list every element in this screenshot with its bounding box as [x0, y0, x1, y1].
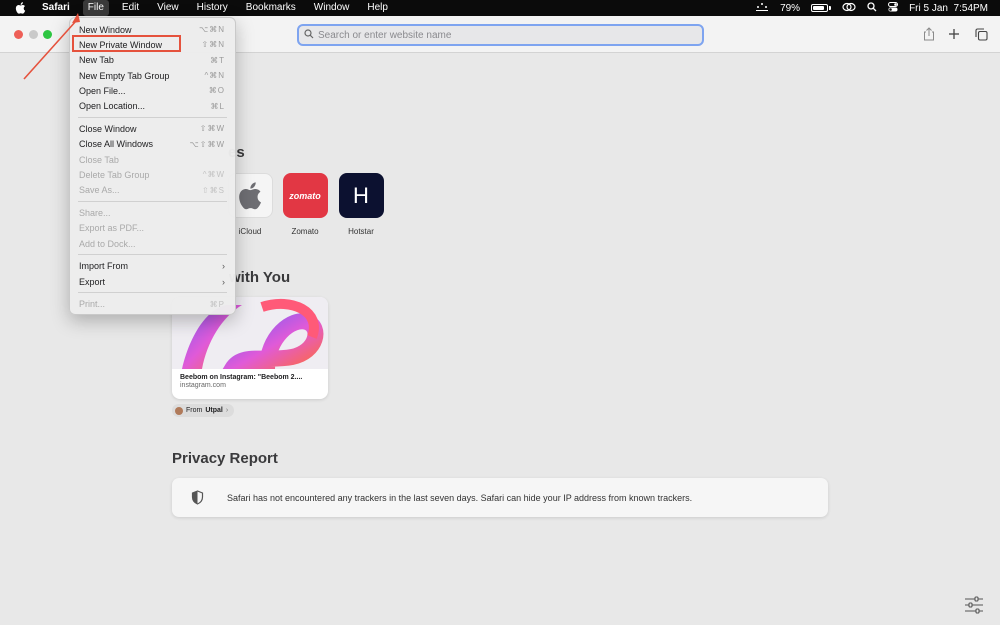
menu-history[interactable]: History [192, 0, 233, 16]
datetime[interactable]: Fri 5 Jan 7:54PM [909, 3, 988, 14]
privacy-report-text: Safari has not encountered any trackers … [227, 492, 693, 503]
battery-percent: 79% [780, 2, 801, 14]
menu-item-label: Close Tab [79, 154, 119, 165]
menu-bar: Safari File Edit View History Bookmarks … [0, 0, 1000, 16]
zomato-logo-icon: zomato [282, 173, 328, 218]
search-icon[interactable] [867, 1, 877, 15]
menu-item-label: New Window [79, 24, 132, 35]
menu-item-shortcut: ⌘L [210, 101, 225, 111]
menu-item-label: Import From [79, 261, 129, 272]
shared-link-domain: instagram.com [180, 382, 226, 389]
menu-item-delete-tab-group: Delete Tab Group ^⌘W [70, 167, 235, 182]
screen-mirroring-icon[interactable] [842, 2, 856, 15]
menu-item-export[interactable]: Export › [70, 274, 235, 289]
privacy-report-card[interactable]: Safari has not encountered any trackers … [172, 478, 828, 517]
privacy-report-heading: Privacy Report [172, 450, 278, 467]
menu-bookmarks[interactable]: Bookmarks [241, 0, 301, 16]
search-icon [304, 26, 314, 44]
menu-item-label: Save As... [79, 185, 120, 196]
menu-edit[interactable]: Edit [117, 0, 144, 16]
menu-item-shortcut: ⇧⌘W [199, 124, 225, 134]
menu-item-close-all-windows[interactable]: Close All Windows ⌥⇧⌘W [70, 137, 235, 152]
menu-item-shortcut: ^⌘W [202, 170, 225, 180]
menu-item-shortcut: ⇧⌘N [201, 40, 225, 50]
from-name: Utpal [205, 407, 223, 414]
menu-separator [78, 292, 227, 294]
menu-item-open-file[interactable]: Open File... ⌘O [70, 83, 235, 98]
menu-item-label: Open File... [79, 85, 126, 96]
menu-item-new-tab[interactable]: New Tab ⌘T [70, 53, 235, 68]
app-menu-safari[interactable]: Safari [37, 0, 75, 16]
status-area: 79% Fri 5 Jan 7:54PM [755, 0, 988, 16]
chevron-right-icon: › [222, 276, 225, 287]
customize-start-page-icon[interactable] [964, 596, 984, 614]
address-input[interactable] [318, 29, 698, 41]
favourite-label: Hotstar [348, 227, 374, 236]
shared-link-title: Beebom on Instagram: "Beebom 2.... [180, 374, 303, 381]
chevron-right-icon: › [222, 261, 225, 272]
shared-from-pill[interactable]: From Utpal › [172, 404, 235, 417]
menu-item-import-from[interactable]: Import From › [70, 259, 235, 274]
tab-overview-icon[interactable] [973, 26, 989, 42]
menu-item-shortcut: ⌥⌘N [199, 25, 225, 35]
menu-item-share: Share... [70, 205, 235, 220]
menu-window[interactable]: Window [309, 0, 355, 16]
menu-item-shortcut: ⌘T [210, 55, 225, 65]
menu-separator [78, 200, 227, 202]
zoom-window-button[interactable] [43, 30, 52, 39]
menu-item-new-empty-tab-group[interactable]: New Empty Tab Group ^⌘N [70, 68, 235, 83]
menu-item-label: Export as PDF... [79, 223, 145, 234]
menu-item-export-as-pdf: Export as PDF... [70, 221, 235, 236]
hotstar-logo-icon: H [338, 173, 384, 218]
menu-item-print: Print... ⌘P [70, 297, 235, 312]
menu-item-add-to-dock: Add to Dock... [70, 236, 235, 251]
menu-item-label: Add to Dock... [79, 238, 136, 249]
minimize-window-button[interactable] [29, 30, 38, 39]
menu-view[interactable]: View [152, 0, 184, 16]
network-activity-icon[interactable] [755, 2, 769, 15]
favourite-label: Zomato [291, 227, 319, 236]
menu-item-label: Print... [79, 299, 106, 310]
apple-menu-icon[interactable] [13, 1, 27, 15]
control-center-icon[interactable] [888, 1, 899, 15]
battery-icon[interactable] [811, 4, 832, 12]
menu-item-shortcut: ⌘O [208, 86, 225, 96]
menu-item-open-location[interactable]: Open Location... ⌘L [70, 98, 235, 113]
shared-with-you-heading: with You [229, 269, 291, 286]
favourite-hotstar[interactable]: H Hotstar [336, 173, 386, 236]
menu-help[interactable]: Help [362, 0, 393, 16]
favourite-zomato[interactable]: zomato Zomato [280, 173, 330, 236]
chevron-right-icon: › [225, 407, 229, 414]
menu-item-shortcut: ^⌘N [204, 71, 225, 81]
menu-item-label: Close All Windows [79, 139, 154, 150]
avatar [175, 406, 183, 415]
menu-item-label: Delete Tab Group [79, 169, 150, 180]
menu-item-shortcut: ⌥⇧⌘W [189, 139, 225, 149]
menu-item-label: New Tab [79, 55, 114, 66]
menu-item-label: Open Location... [79, 101, 146, 112]
menu-item-label: Export [79, 276, 106, 287]
file-menu-dropdown: New Window ⌥⌘N New Private Window ⇧⌘N New Ta… [69, 17, 236, 315]
menu-item-shortcut: ⇧⌘S [201, 185, 225, 195]
menu-item-shortcut: ⌘P [209, 299, 225, 309]
menu-item-close-tab: Close Tab [70, 152, 235, 167]
menu-item-save-as: Save As... ⇧⌘S [70, 182, 235, 197]
from-prefix: From [186, 407, 203, 414]
annotation-highlight-box [72, 35, 181, 52]
menu-item-label: Close Window [79, 123, 137, 134]
new-tab-icon[interactable] [946, 26, 962, 42]
menu-item-label: New Empty Tab Group [79, 70, 170, 81]
close-window-button[interactable] [14, 30, 23, 39]
menu-item-close-window[interactable]: Close Window ⇧⌘W [70, 121, 235, 136]
address-bar[interactable] [297, 24, 704, 46]
share-icon[interactable] [921, 26, 937, 42]
menu-separator [78, 116, 227, 118]
shield-icon [189, 490, 205, 506]
menu-file[interactable]: File [82, 0, 109, 16]
menu-item-label: Share... [79, 207, 111, 218]
menu-separator [78, 254, 227, 256]
